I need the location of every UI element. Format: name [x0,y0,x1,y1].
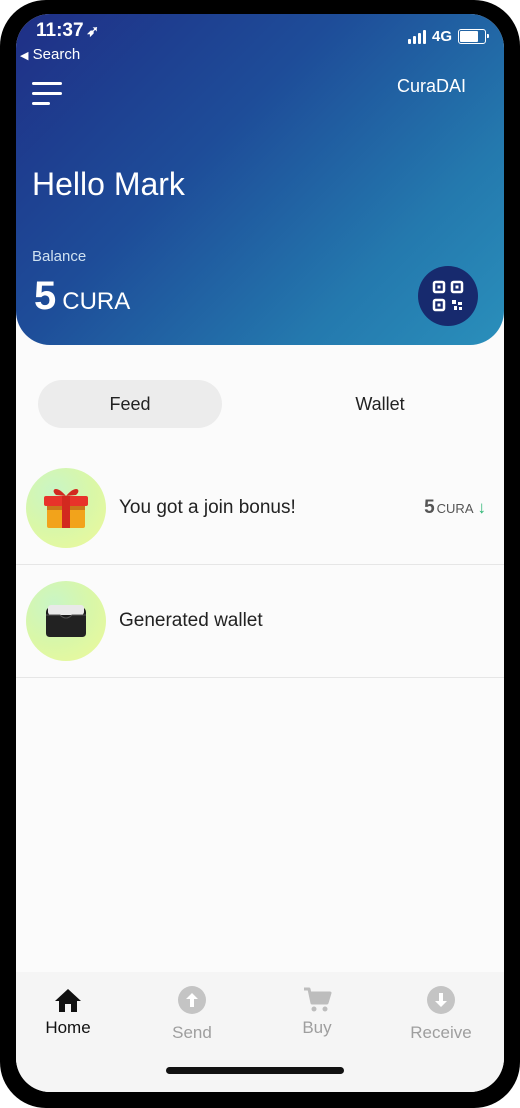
amount-unit: CURA [436,501,474,516]
nav-send-label: Send [172,1023,212,1042]
balance-unit: CURA [62,288,131,315]
balance-label: Balance [32,248,87,265]
back-to-search[interactable]: ◀ Search [20,46,80,63]
back-label: Search [32,46,81,63]
brand-name: CuraDAI [396,76,466,96]
qr-code-icon [432,280,464,312]
hamburger-menu-icon[interactable] [32,80,62,108]
feed-item-text: Generated wallet [119,610,263,631]
home-indicator[interactable] [166,1067,344,1074]
amount-value: 5 [424,497,435,518]
nav-buy[interactable]: Buy [262,986,372,1038]
balance-value: 5 [34,274,57,318]
signal-bars-icon [407,29,426,44]
status-time: 11:37 ➶ [36,20,99,42]
arrow-down-icon [427,986,455,1014]
list-item[interactable]: You got a join bonus! 5 CURA ↓ [16,452,504,565]
gift-avatar [26,468,106,548]
bottom-navigation: Home Send Buy Receive [16,972,504,1092]
feed-item-amount: 5 CURA ↓ [424,452,486,564]
header: 11:37 ➶ ◀ Search 4G CuraDAI Hello Mark Ba… [16,14,504,345]
back-triangle-icon: ◀ [20,50,29,62]
tab-feed[interactable]: Feed [38,380,222,428]
feed-wallet-tabs: Feed Wallet [38,380,484,428]
list-item[interactable]: Generated wallet [16,565,504,678]
time-text: 11:37 [36,20,84,41]
location-arrow-icon: ➶ [86,23,100,40]
battery-icon [458,29,489,44]
nav-receive[interactable]: Receive [386,986,496,1043]
nav-receive-label: Receive [410,1023,472,1042]
wallet-icon [46,605,86,637]
system-indicators: 4G [407,28,489,45]
greeting: Hello Mark [32,166,185,202]
cart-icon [304,987,332,1012]
phone-frame: 11:37 ➶ ◀ Search 4G CuraDAI Hello Mark Ba… [0,0,520,1108]
arrow-up-icon [178,986,206,1014]
nav-buy-label: Buy [302,1018,332,1037]
gift-icon [44,488,88,528]
home-icon [55,989,81,1012]
network-type: 4G [431,28,452,45]
nav-home[interactable]: Home [16,986,123,1038]
app-screen: 11:37 ➶ ◀ Search 4G CuraDAI Hello Mark Ba… [16,14,504,1092]
nav-send[interactable]: Send [137,986,247,1043]
qr-code-button[interactable] [418,266,478,326]
tab-wallet[interactable]: Wallet [282,380,478,428]
wallet-avatar [26,581,106,661]
balance-amount: 5 CURA [34,274,130,319]
incoming-arrow-icon: ↓ [477,498,487,517]
nav-home-label: Home [45,1018,91,1037]
feed-item-text: You got a join bonus! [119,497,296,518]
